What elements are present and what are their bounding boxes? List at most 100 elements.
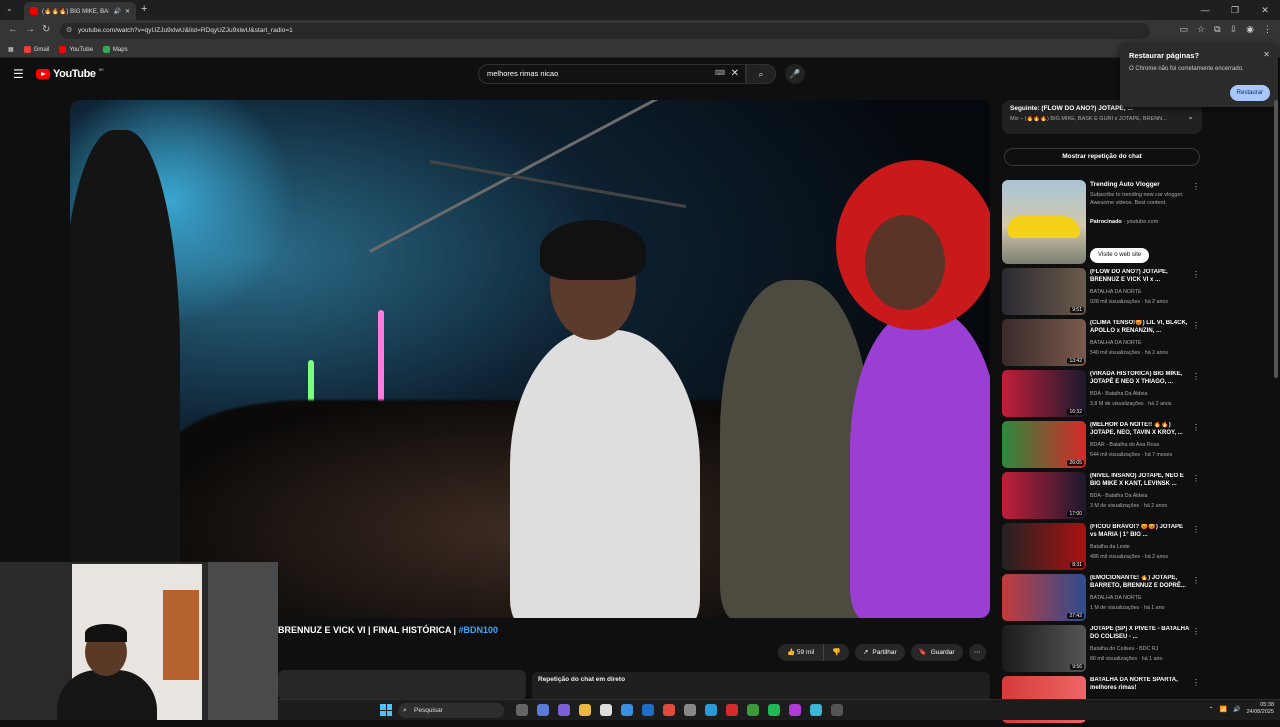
related-video-item[interactable]: 9:56 JOTAPÊ (SP) X PIVETE - BATALHA DO CO… (1002, 625, 1202, 676)
app-icon[interactable] (789, 704, 801, 716)
more-vertical-icon[interactable]: ⋮ (1192, 270, 1200, 279)
chrome-icon[interactable] (663, 704, 675, 716)
tab-close-icon[interactable]: ✕ (125, 8, 130, 15)
settings-icon[interactable] (684, 704, 696, 716)
volume-icon[interactable]: 🔊 (1233, 706, 1240, 713)
bookmark-maps[interactable]: Maps (102, 46, 128, 53)
bookmark-star-icon[interactable]: ☆ (1197, 24, 1205, 35)
dislike-button[interactable]: 👎 (824, 644, 849, 661)
file-explorer-icon[interactable] (579, 704, 591, 716)
video-thumbnail[interactable]: 27:42 (1002, 574, 1086, 621)
video-thumbnail[interactable]: 9:51 (1002, 268, 1086, 315)
more-vertical-icon[interactable]: ⋮ (1192, 423, 1200, 432)
description-box[interactable] (278, 670, 526, 700)
related-video-item[interactable]: 27:42 (EMOCIONANTE! 🔥) JOTAPÊ, BARRETO, B… (1002, 574, 1202, 625)
download-icon[interactable]: ⇩ (1230, 24, 1238, 35)
more-vertical-icon[interactable]: ⋮ (1192, 182, 1200, 191)
video-hashtag[interactable]: #BDN100 (459, 625, 499, 635)
maximize-icon[interactable]: ❐ (1220, 0, 1250, 20)
spotify-icon[interactable] (768, 704, 780, 716)
youtube-logo[interactable]: YouTube BR (36, 67, 104, 80)
extensions-icon[interactable]: ⧉ (1214, 24, 1220, 35)
keyboard-icon[interactable]: ⌨ (715, 65, 725, 83)
show-chat-replay-button[interactable]: Mostrar repetição do chat (1004, 148, 1200, 166)
ad-thumbnail[interactable] (1002, 180, 1086, 264)
video-actions: 👍 59 mil 👎 ↗ Partilhar 🔖 Guardar ⋯ (778, 644, 986, 661)
address-bar[interactable]: ⚙ youtube.com/watch?v=qyUZJu9xlwU&list=R… (60, 23, 1150, 39)
media-player-icon[interactable] (831, 704, 843, 716)
video-thumbnail[interactable]: 17:00 (1002, 472, 1086, 519)
task-view-icon[interactable] (516, 704, 528, 716)
sponsored-ad[interactable]: Trending Auto Vlogger Subscribe to trend… (1002, 180, 1202, 264)
video-thumbnail[interactable]: 9:56 (1002, 625, 1086, 672)
save-button[interactable]: 🔖 Guardar (910, 644, 963, 661)
xbox-icon[interactable] (747, 704, 759, 716)
chrome-menu-icon[interactable]: ⋮ (1263, 24, 1272, 35)
profile-icon[interactable]: ◉ (1246, 24, 1254, 35)
related-video-item[interactable]: 13:42 (CLIMA TENSO!😡) LIL VI, BL4CK, APOL… (1002, 319, 1202, 370)
more-vertical-icon[interactable]: ⋮ (1192, 576, 1200, 585)
more-vertical-icon[interactable]: ⋮ (1192, 525, 1200, 534)
copilot-icon[interactable] (537, 704, 549, 716)
system-clock[interactable]: 05:38 24/08/2025 (1246, 702, 1274, 716)
related-video-item[interactable]: 9:51 (FLOW DO ANO?) JOTAPÊ, BRENNUZ E VIC… (1002, 268, 1202, 319)
minimize-icon[interactable]: — (1190, 0, 1220, 20)
wifi-icon[interactable]: 📶 (1220, 706, 1227, 713)
edge-icon[interactable] (705, 704, 717, 716)
tab-audio-icon[interactable]: 🔊 (113, 8, 120, 15)
more-vertical-icon[interactable]: ⋮ (1192, 321, 1200, 330)
forward-icon[interactable]: → (25, 24, 35, 35)
opera-icon[interactable] (726, 704, 738, 716)
video-duration: 8:31 (1070, 562, 1084, 568)
apps-grid-icon[interactable]: ▦ (8, 46, 14, 53)
app-icon[interactable] (810, 704, 822, 716)
outlook-icon[interactable] (642, 704, 654, 716)
store-icon[interactable] (621, 704, 633, 716)
new-tab-icon[interactable]: + (141, 3, 147, 15)
related-video-item[interactable]: 8:31 (FICOU BRAVO!? 😡😡) JOTAPÊ vs MARIA |… (1002, 523, 1202, 574)
video-thumbnail[interactable]: 13:42 (1002, 319, 1086, 366)
notepad-icon[interactable] (600, 704, 612, 716)
chevron-down-icon[interactable]: ⌄ (1187, 112, 1194, 121)
clear-search-icon[interactable]: ✕ (731, 65, 739, 83)
reload-icon[interactable]: ↻ (42, 24, 50, 35)
video-thumbnail[interactable]: 16:32 (1002, 370, 1086, 417)
ad-visit-button[interactable]: Visite o web site (1090, 248, 1150, 263)
restore-button[interactable]: Restaurar (1229, 85, 1270, 101)
search-button[interactable]: ⌕ (746, 64, 776, 84)
back-icon[interactable]: ← (8, 24, 18, 35)
search-input[interactable]: melhores rimas nicao ⌨ ✕ (478, 64, 746, 84)
video-thumbnail[interactable]: 26:05 (1002, 421, 1086, 468)
tray-chevron-icon[interactable]: ⌃ (1208, 706, 1213, 713)
related-video-item[interactable]: 16:32 (VIRADA HISTÓRICA) BIG MIKE, JOTAPÊ… (1002, 370, 1202, 421)
share-button[interactable]: ↗ Partilhar (854, 644, 905, 661)
close-window-icon[interactable]: ✕ (1250, 0, 1280, 20)
tab-search-icon[interactable]: ⌄ (6, 4, 13, 13)
more-vertical-icon[interactable]: ⋮ (1192, 372, 1200, 381)
teams-icon[interactable] (558, 704, 570, 716)
chat-replay-panel[interactable]: Repetição do chat em direto (532, 672, 990, 702)
hamburger-menu-icon[interactable]: ☰ (13, 67, 24, 81)
voice-search-button[interactable]: 🎤 (785, 64, 805, 84)
related-video-item[interactable]: 17:00 (NÍVEL INSANO) JOTAPÊ, NEO E BIG MI… (1002, 472, 1202, 523)
channel-name: Batalha do Coliseu - BDC RJ (1090, 646, 1159, 652)
toolbar-icons: ▭ ☆ ⧉ ⇩ ◉ ⋮ (1180, 24, 1272, 35)
browser-tab-active[interactable]: (🔥🔥🔥) BIG MIKE, BASK 🔊 ✕ (24, 2, 136, 20)
more-vertical-icon[interactable]: ⋮ (1192, 678, 1200, 687)
more-vertical-icon[interactable]: ⋮ (1192, 627, 1200, 636)
like-button[interactable]: 👍 59 mil (778, 644, 825, 661)
site-info-icon[interactable]: ⚙ (66, 23, 72, 39)
video-player[interactable] (70, 100, 990, 618)
more-actions-button[interactable]: ⋯ (968, 644, 986, 661)
more-vertical-icon[interactable]: ⋮ (1192, 474, 1200, 483)
windows-start-icon[interactable] (380, 704, 392, 716)
bookmark-gmail[interactable]: Gmail (23, 46, 49, 53)
cast-icon[interactable]: ▭ (1180, 24, 1189, 35)
related-video-item[interactable]: 26:05 (MELHOR DA NOITE!! 🔥🔥) JOTAPE, NEO,… (1002, 421, 1202, 472)
bookmark-youtube[interactable]: YouTube (59, 46, 93, 53)
video-thumbnail[interactable]: 8:31 (1002, 523, 1086, 570)
windows-taskbar: ⌕ Pesquisar ⌃ 📶 🔊 05:38 24/08/2025 (278, 699, 1280, 720)
close-popup-icon[interactable]: ✕ (1263, 50, 1270, 59)
page-scrollbar[interactable] (1274, 100, 1278, 378)
taskbar-search[interactable]: ⌕ Pesquisar (398, 703, 504, 718)
